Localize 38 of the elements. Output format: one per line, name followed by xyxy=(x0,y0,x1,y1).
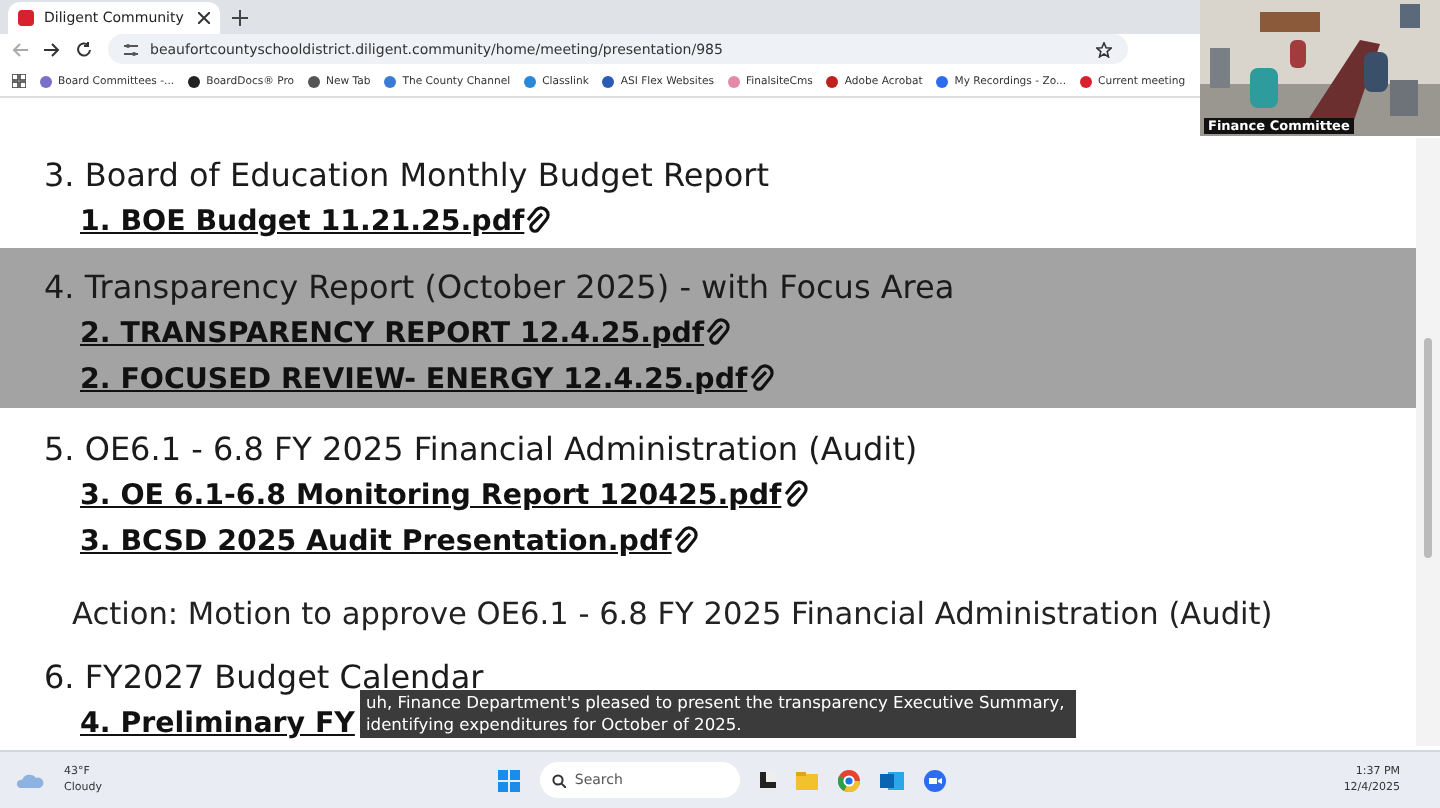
windows-start-icon[interactable] xyxy=(498,769,521,791)
file-link[interactable]: 1. BOE Budget 11.21.25.pdf xyxy=(80,206,525,239)
logo-icon xyxy=(18,9,34,26)
caption-text: uh, Finance Department's pleased to present the transparency Executive Summary, xyxy=(366,692,1067,714)
agenda-item-title: 6. FY2027 Budget Calendar xyxy=(44,656,484,697)
reload-icon[interactable] xyxy=(76,41,92,58)
bookmark-icon xyxy=(602,75,615,88)
bookmark-icon xyxy=(40,75,52,88)
agenda-item-title: 3. Board of Education Monthly Budget Report xyxy=(44,154,772,199)
caption-text: identifying expenditures for October of 2025. xyxy=(366,714,744,736)
close-icon[interactable] xyxy=(198,11,210,24)
bookmark-icon xyxy=(384,75,397,88)
video-call-icon[interactable] xyxy=(924,769,947,791)
bookmark-icon xyxy=(936,75,949,88)
agenda-item-title: 4. Transparency Report (October 2025) - with Focus Area xyxy=(44,266,957,311)
forward-icon[interactable] xyxy=(44,41,60,58)
task-view-icon[interactable] xyxy=(760,772,777,788)
bookmark-icon xyxy=(1080,75,1093,88)
mail-icon[interactable] xyxy=(880,769,905,791)
action-text: Action: Motion to approve OE6.1 - 6.8 FY 2025 Financial Administration (Audit) xyxy=(70,594,1275,637)
file-link[interactable]: 2. FOCUSED REVIEW- ENERGY 12.4.25.pdf xyxy=(80,364,748,397)
browser-icon[interactable] xyxy=(838,769,861,791)
file-link[interactable]: 2. TRANSPARENCY REPORT 12.4.25.pdf xyxy=(80,318,705,351)
bookmark-icon xyxy=(826,75,839,88)
agenda-item-title: 5. OE6.1 - 6.8 FY 2025 Financial Administration (Audit) xyxy=(44,428,920,473)
search-icon xyxy=(552,773,567,787)
bookmark-icon xyxy=(524,75,537,88)
site-settings-icon xyxy=(124,43,138,56)
apps-icon[interactable] xyxy=(12,74,26,89)
file-link[interactable]: 3. BCSD 2025 Audit Presentation.pdf xyxy=(80,526,672,559)
file-link[interactable]: 3. OE 6.1-6.8 Monitoring Report 120425.pdf xyxy=(80,480,782,513)
star-icon[interactable] xyxy=(1096,41,1112,58)
new-tab-icon[interactable] xyxy=(232,9,248,26)
bookmark-icon xyxy=(188,75,201,88)
cloud-icon xyxy=(16,772,44,788)
bookmark-icon xyxy=(308,75,321,88)
bookmark-icon xyxy=(728,75,740,88)
file-link[interactable]: 4. Preliminary FY xyxy=(80,708,355,741)
